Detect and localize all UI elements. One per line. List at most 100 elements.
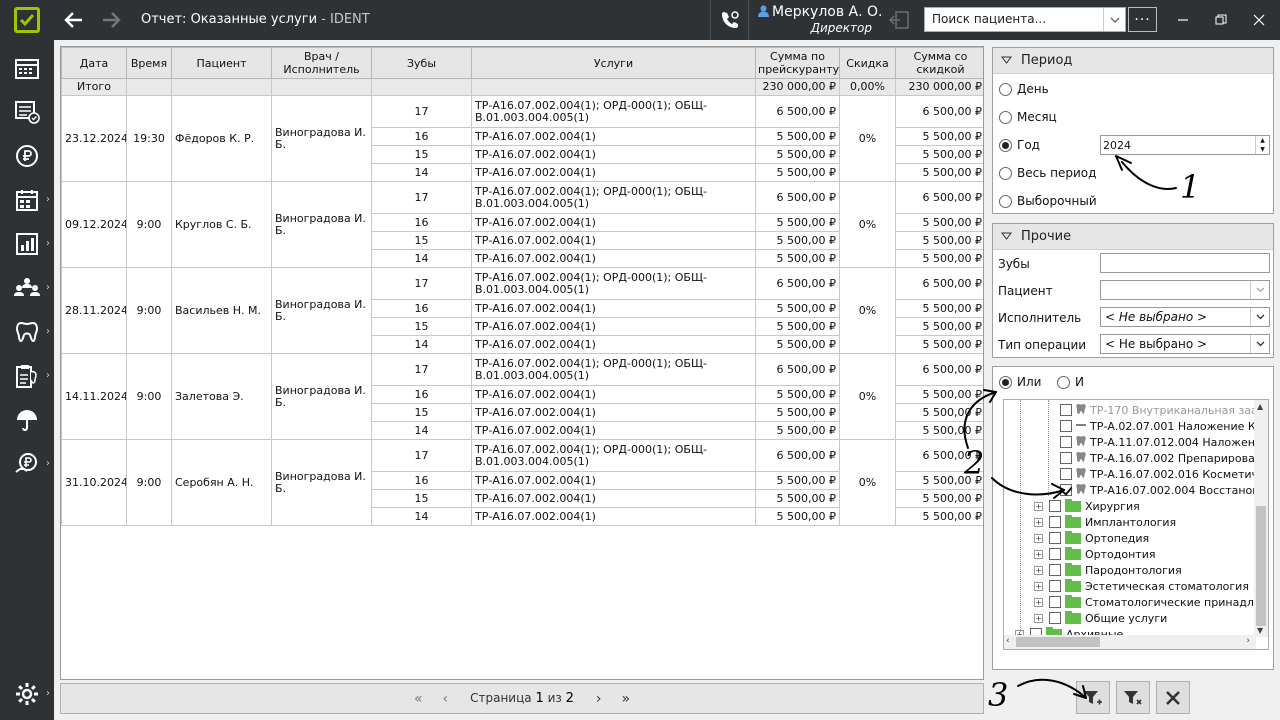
expand-icon[interactable]: + [1034,581,1043,591]
patient-select[interactable] [1100,280,1270,300]
column-header-time[interactable]: Время [126,47,172,79]
apply-filter-button[interactable] [1076,681,1110,714]
other-header[interactable]: Прочие [993,224,1273,250]
sidebar-item-dental[interactable]: › [0,310,54,354]
table-row[interactable]: 28.11.2024 9:00 Васильев Н. М. Виноградова … [61,267,983,354]
tree-service-item[interactable]: ТР-А.11.07.012.004 Наложение [1060,434,1268,450]
prev-page-icon[interactable]: ‹ [443,691,449,707]
sidebar-item-tasks[interactable] [0,90,54,134]
expand-icon[interactable]: + [1034,517,1043,527]
sidebar-item-schedule[interactable] [0,46,54,90]
folder-checkbox[interactable] [1049,548,1061,560]
tree-folder-item[interactable]: + Ортодонтия [1034,546,1155,562]
services-tree[interactable]: ТР-170 Внутриканальная заап ТР-А.02.07.00… [1003,399,1269,650]
folder-checkbox[interactable] [1049,612,1061,624]
column-header-teeth[interactable]: Зубы [371,47,472,79]
column-header-discount[interactable]: Скидка [839,47,896,79]
tree-service-item[interactable]: ТР-А.16.07.002 Препарирован [1060,450,1262,466]
executor-select[interactable]: < Не выбрано > [1100,307,1270,327]
sidebar-item-payments[interactable]: › [0,442,54,486]
horizontal-scrollbar[interactable]: ‹ › [1004,635,1256,649]
forward-arrow-icon[interactable] [99,8,123,32]
close-report-button[interactable] [1156,681,1190,714]
app-logo[interactable] [0,0,54,40]
column-header-price-sum[interactable]: Сумма по прейскуранту [755,47,840,79]
radio-or[interactable] [999,376,1012,389]
close-icon[interactable] [1248,9,1270,31]
minimize-icon[interactable] [1172,9,1194,31]
service-checkbox[interactable] [1060,484,1072,496]
first-page-icon[interactable]: « [414,691,423,707]
folder-checkbox[interactable] [1049,532,1061,544]
service-checkbox[interactable] [1060,452,1072,464]
folder-checkbox[interactable] [1049,564,1061,576]
tree-service-item[interactable]: ТР-А16.07.002.004 Восстановле [1060,482,1268,498]
radio-and[interactable] [1057,376,1070,389]
tree-folder-item[interactable]: + Общие услуги [1034,610,1167,626]
last-page-icon[interactable]: » [621,691,630,707]
period-header[interactable]: Период [993,48,1273,74]
column-header-date[interactable]: Дата [61,47,127,79]
expand-icon[interactable]: + [1034,533,1043,543]
table-row[interactable]: 23.12.2024 19:30 Фёдоров К. Р. Виноградова … [61,95,983,182]
tree-folder-item[interactable]: + Стоматологические принадлежн [1034,594,1268,610]
chevron-down-icon[interactable] [1250,308,1269,326]
service-checkbox[interactable] [1060,420,1072,432]
service-checkbox[interactable] [1060,436,1072,448]
service-checkbox[interactable] [1060,404,1072,416]
chevron-down-icon[interactable] [1103,8,1125,31]
sidebar-item-finance[interactable] [0,134,54,178]
service-checkbox[interactable] [1060,468,1072,480]
clear-filter-button[interactable] [1116,681,1150,714]
table-row[interactable]: 31.10.2024 9:00 Серобян А. Н. Виноградова И… [61,439,983,526]
user-name[interactable]: Меркулов А. О. [758,4,882,20]
more-button[interactable]: ··· [1128,7,1157,32]
folder-checkbox[interactable] [1049,596,1061,608]
tree-folder-item[interactable]: + Эстетическая стоматология [1034,578,1249,594]
year-input[interactable]: 2024 ▲ ▼ [1100,135,1270,155]
phone-settings-icon[interactable] [718,8,742,32]
radio-custom[interactable] [999,195,1012,208]
sidebar-item-calendar-report[interactable]: › [0,178,54,222]
column-header-services[interactable]: Услуги [471,47,756,79]
patient-search-input[interactable]: Поиск пациента... [924,7,1126,32]
radio-year[interactable] [999,139,1012,152]
tree-service-item[interactable]: ТР-А.02.07.001 Наложение Кос [1060,418,1268,434]
sidebar-item-settings[interactable]: › [0,672,54,716]
radio-day[interactable] [999,83,1012,96]
tree-folder-item[interactable]: + Пародонтология [1034,562,1182,578]
folder-checkbox[interactable] [1049,500,1061,512]
radio-month[interactable] [999,111,1012,124]
expand-icon[interactable]: + [1034,565,1043,575]
tree-folder-item[interactable]: + Ортопедия [1034,530,1149,546]
radio-all-period[interactable] [999,167,1012,180]
column-header-discounted-sum[interactable]: Сумма со скидкой [895,47,983,79]
chevron-down-icon[interactable] [1250,281,1269,299]
expand-icon[interactable]: + [1034,501,1043,511]
table-row[interactable]: 14.11.2024 9:00 Залетова Э. Виноградова И. … [61,353,983,440]
teeth-input[interactable] [1100,253,1270,273]
services-grid[interactable]: Дата Время Пациент Врач / Исполнитель Зу… [60,46,984,680]
sidebar-item-treatment[interactable]: › [0,354,54,398]
sidebar-item-insurance[interactable] [0,398,54,442]
column-header-doctor[interactable]: Врач / Исполнитель [271,47,372,79]
folder-checkbox[interactable] [1049,516,1061,528]
next-page-icon[interactable]: › [596,691,602,707]
sidebar-item-patients[interactable]: › [0,266,54,310]
table-row[interactable]: 09.12.2024 9:00 Круглов С. Б. Виноградова И… [61,181,983,268]
vertical-scrollbar[interactable]: ▲ ▼ [1254,400,1268,637]
expand-icon[interactable]: + [1034,613,1043,623]
tree-service-item[interactable]: ТР-170 Внутриканальная заап [1060,402,1265,418]
sidebar-item-reports[interactable]: › [0,222,54,266]
chevron-down-icon[interactable] [1250,335,1269,353]
column-header-patient[interactable]: Пациент [171,47,272,79]
optype-select[interactable]: < Не выбрано > [1100,334,1270,354]
back-arrow-icon[interactable] [62,8,86,32]
restore-icon[interactable] [1210,9,1232,31]
folder-checkbox[interactable] [1049,580,1061,592]
tree-folder-item[interactable]: + Хирургия [1034,498,1140,514]
logout-icon[interactable] [886,8,914,32]
expand-icon[interactable]: + [1034,549,1043,559]
tree-folder-item[interactable]: + Имплантология [1034,514,1176,530]
tree-service-item[interactable]: ТР-А.16.07.002.016 Косметичес [1060,466,1268,482]
